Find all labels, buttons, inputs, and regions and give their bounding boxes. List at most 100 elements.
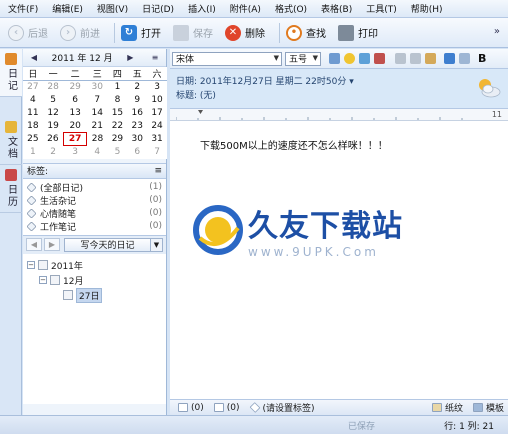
comments-indicator[interactable]: (0) <box>213 403 240 413</box>
print-button[interactable]: 打印 <box>336 21 384 45</box>
paper-button[interactable]: 纸纹 <box>431 401 463 414</box>
cut-icon[interactable] <box>395 53 406 64</box>
menu-item[interactable]: 格式(O) <box>275 2 307 15</box>
entry-content[interactable]: 下载500M以上的速度还不怎么样咪！！！ 久友下载站 www.9UPK.Com <box>170 121 508 399</box>
calendar-day[interactable]: 2 <box>43 146 64 159</box>
calendar-day[interactable]: 25 <box>23 133 43 146</box>
calendar-day[interactable]: 29 <box>63 81 86 94</box>
menu-item[interactable]: 编辑(E) <box>52 2 83 15</box>
font-size-select[interactable]: 五号 ▼ <box>285 51 321 66</box>
find-button[interactable]: • 查找 <box>284 21 332 45</box>
font-family-select[interactable]: 宋体 ▼ <box>172 51 282 66</box>
calendar-day[interactable]: 4 <box>87 146 108 159</box>
calendar-day[interactable]: 10 <box>147 94 167 107</box>
ruler[interactable]: 11 <box>170 109 508 121</box>
calendar-day[interactable]: 3 <box>63 146 86 159</box>
tag-item[interactable]: 心情随笔 (0) <box>23 207 166 220</box>
calendar-day[interactable]: 20 <box>63 120 86 133</box>
template-button[interactable]: 模板 <box>472 401 504 414</box>
write-today-dropdown-icon[interactable]: ▼ <box>151 237 163 252</box>
calendar-day[interactable]: 15 <box>108 107 128 120</box>
calendar-day[interactable]: 30 <box>127 133 147 146</box>
calendar-day[interactable]: 31 <box>147 133 167 146</box>
bold-icon[interactable]: B <box>478 53 489 64</box>
tab-calendar[interactable]: 日历 <box>0 165 22 213</box>
next-month-icon[interactable]: ▶ <box>123 53 137 62</box>
calendar-day[interactable]: 21 <box>87 120 108 133</box>
calendar-day[interactable]: 1 <box>108 81 128 94</box>
delete-button[interactable]: ✕ 删除 <box>223 21 271 45</box>
calendar-day[interactable]: 29 <box>108 133 128 146</box>
calendar-day[interactable]: 14 <box>87 107 108 120</box>
tree-month[interactable]: − 12月 <box>27 273 162 288</box>
toolbar-overflow-icon[interactable]: » <box>494 26 500 37</box>
prev-month-icon[interactable]: ◀ <box>27 53 41 62</box>
tree-day[interactable]: 27日 <box>27 287 162 303</box>
calendar-day[interactable]: 28 <box>43 81 64 94</box>
calendar-day[interactable]: 5 <box>108 146 128 159</box>
menu-item[interactable]: 表格(B) <box>321 2 352 15</box>
calendar-day[interactable]: 13 <box>63 107 86 120</box>
calendar-day[interactable]: 1 <box>23 146 43 159</box>
tab-docs[interactable]: 文档 <box>0 117 22 165</box>
calendar-day[interactable]: 5 <box>43 94 64 107</box>
tag-setting[interactable]: (请设置标签) <box>249 401 315 414</box>
tag-item[interactable]: 生活杂记 (0) <box>23 194 166 207</box>
write-today-button[interactable]: 写今天的日记 <box>64 237 151 252</box>
copy-icon[interactable] <box>410 53 421 64</box>
calendar-day[interactable]: 7 <box>87 94 108 107</box>
attachments-indicator[interactable]: (0) <box>178 403 204 413</box>
tag-item[interactable]: 工作笔记 (0) <box>23 220 166 233</box>
calendar-day[interactable]: 26 <box>43 133 64 146</box>
prev-entry-icon[interactable]: ◀ <box>26 238 42 251</box>
tags-menu-icon[interactable]: ≡ <box>154 166 162 176</box>
calendar-day-today[interactable]: 27 <box>62 132 88 146</box>
calendar-day[interactable]: 24 <box>147 120 167 133</box>
calendar-day[interactable]: 19 <box>43 120 64 133</box>
calendar-day[interactable]: 2 <box>127 81 147 94</box>
undo-icon[interactable] <box>444 53 455 64</box>
redo-icon[interactable] <box>459 53 470 64</box>
image-icon[interactable] <box>329 53 340 64</box>
calendar-day[interactable]: 22 <box>108 120 128 133</box>
calendar-day[interactable]: 17 <box>147 107 167 120</box>
entry-title[interactable]: 标题: (无) <box>176 87 502 101</box>
calendar-day[interactable]: 4 <box>23 94 43 107</box>
menu-item[interactable]: 插入(I) <box>188 2 216 15</box>
tag-item[interactable]: (全部日记) (1) <box>23 181 166 194</box>
open-button[interactable]: ↻ 打开 <box>119 21 167 45</box>
calendar-day[interactable]: 30 <box>87 81 108 94</box>
calendar-day[interactable]: 16 <box>127 107 147 120</box>
calendar-day[interactable]: 28 <box>87 133 108 146</box>
menu-item[interactable]: 日记(D) <box>142 2 174 15</box>
calendar-day[interactable]: 3 <box>147 81 167 94</box>
template-icon[interactable] <box>374 53 385 64</box>
next-entry-icon[interactable]: ▶ <box>44 238 60 251</box>
tab-diary[interactable]: 日记 <box>0 49 22 97</box>
calendar-day[interactable]: 6 <box>63 94 86 107</box>
calendar-day[interactable]: 12 <box>43 107 64 120</box>
menu-item[interactable]: 文件(F) <box>8 2 38 15</box>
weather-icon[interactable] <box>359 53 370 64</box>
tree-year[interactable]: − 2011年 <box>27 258 162 273</box>
collapse-icon[interactable]: − <box>27 261 35 269</box>
calendar-day[interactable]: 11 <box>23 107 43 120</box>
forward-button[interactable]: › 前进 <box>58 21 106 45</box>
menu-item[interactable]: 视图(V) <box>97 2 128 15</box>
back-button[interactable]: ‹ 后退 <box>6 21 54 45</box>
weather-cloudy-icon[interactable] <box>476 75 502 101</box>
calendar-day[interactable]: 7 <box>147 146 167 159</box>
calendar-day[interactable]: 6 <box>127 146 147 159</box>
menu-item[interactable]: 工具(T) <box>366 2 397 15</box>
calendar-menu-icon[interactable]: ≡ <box>148 53 162 62</box>
menu-item[interactable]: 帮助(H) <box>411 2 443 15</box>
calendar-day[interactable]: 9 <box>127 94 147 107</box>
paste-icon[interactable] <box>425 53 436 64</box>
entry-date[interactable]: 日期: 2011年12月27日 星期二 22时50分 ▾ <box>176 73 502 87</box>
calendar-day[interactable]: 18 <box>23 120 43 133</box>
calendar-day[interactable]: 23 <box>127 120 147 133</box>
calendar-day[interactable]: 27 <box>23 81 43 94</box>
emoji-icon[interactable] <box>344 53 355 64</box>
calendar-day[interactable]: 8 <box>108 94 128 107</box>
menu-item[interactable]: 附件(A) <box>230 2 261 15</box>
